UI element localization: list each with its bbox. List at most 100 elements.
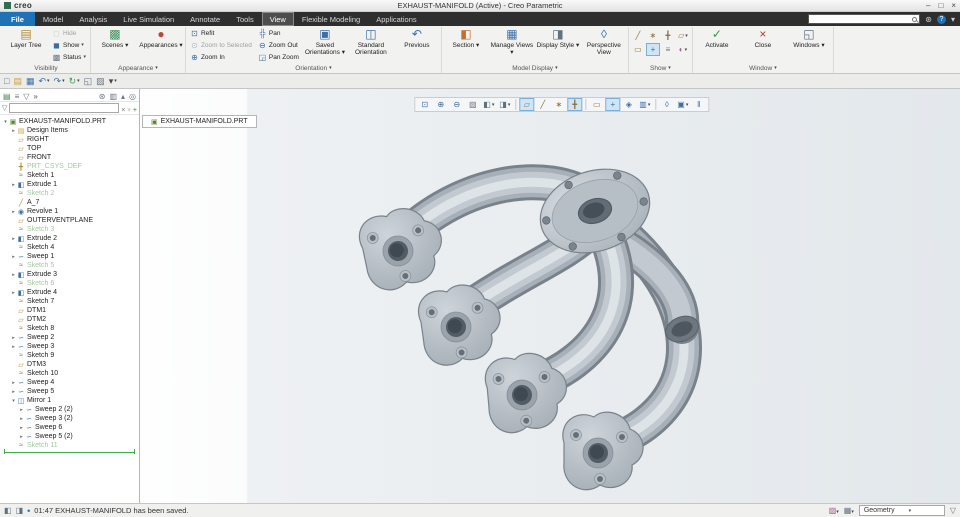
- appearances-button[interactable]: ● Appearances ▾: [139, 27, 183, 50]
- tab-view[interactable]: View: [261, 12, 294, 26]
- tree-item-sweep-5-2[interactable]: ▸ ∽ Sweep 5 (2): [0, 432, 139, 441]
- find-icon[interactable]: ▽: [950, 506, 956, 515]
- selection-filter[interactable]: Geometry ▾: [858, 505, 945, 516]
- tree-item-extrude-3[interactable]: ▸ ◧ Extrude 3: [0, 270, 139, 279]
- expand-arrow-icon[interactable]: ▸: [10, 335, 17, 341]
- gear-icon[interactable]: ⊛: [925, 15, 932, 24]
- zoom-to-selected-button[interactable]: ⊙ Zoom to Selected: [188, 39, 254, 51]
- pan-button[interactable]: ╬ Pan: [256, 27, 301, 39]
- scenes-button[interactable]: ▩ Scenes ▾: [93, 27, 137, 50]
- expand-arrow-icon[interactable]: ▸: [10, 380, 17, 386]
- grid-snap-button[interactable]: ▦▾: [844, 506, 854, 515]
- layer-tree-button[interactable]: ▤ Layer Tree: [4, 27, 48, 50]
- 3d-model-exhaust-manifold[interactable]: [140, 89, 960, 503]
- insert-here-indicator[interactable]: [4, 449, 135, 454]
- tree-item-sketch-3[interactable]: ≈ Sketch 3: [0, 225, 139, 234]
- tree-item-sketch-8[interactable]: ≈ Sketch 8: [0, 324, 139, 333]
- tree-item-sketch-5[interactable]: ≈ Sketch 5: [0, 261, 139, 270]
- expand-arrow-icon[interactable]: ▸: [10, 344, 17, 350]
- expand-arrow-icon[interactable]: ▸: [10, 128, 17, 134]
- zoom-out-button[interactable]: ⊖ Zoom Out: [256, 39, 301, 51]
- maximize-icon[interactable]: □: [938, 1, 943, 10]
- tab-annotate[interactable]: Annotate: [182, 12, 228, 26]
- expand-arrow-icon[interactable]: ▸: [10, 254, 17, 260]
- zoom-in-button[interactable]: ⊕: [433, 98, 448, 111]
- manage-views-button[interactable]: ▦ Manage Views ▾: [490, 27, 534, 57]
- close-button[interactable]: × Close: [741, 27, 785, 50]
- new-file-button[interactable]: □: [4, 76, 9, 86]
- undo-button[interactable]: ↶ ▾: [38, 76, 49, 87]
- tab-applications[interactable]: Applications: [368, 12, 424, 26]
- csys-display-button[interactable]: ╋: [567, 98, 583, 111]
- notes-display-toggle[interactable]: ≡: [661, 43, 675, 56]
- tree-item-design-items[interactable]: ▸ ▤ Design Items: [0, 126, 139, 135]
- hide-button[interactable]: ◻ Hide: [50, 27, 88, 39]
- minimize-icon[interactable]: –: [926, 1, 930, 10]
- shading-with-edges-button[interactable]: ◧ ▾: [481, 98, 496, 111]
- section-button[interactable]: ◧ Section ▾: [444, 27, 488, 50]
- status-button[interactable]: ▩ Status ▾: [50, 51, 88, 63]
- expand-arrow-icon[interactable]: ▾: [10, 398, 17, 404]
- tree-item-sketch-4[interactable]: ≈ Sketch 4: [0, 243, 139, 252]
- tree-item-sweep-2-2[interactable]: ▸ ∽ Sweep 2 (2): [0, 405, 139, 414]
- regenerate-button[interactable]: ↻ ▾: [69, 76, 80, 87]
- refit-button[interactable]: ⊡: [417, 98, 432, 111]
- browser-toggle-button[interactable]: ◨: [16, 506, 24, 515]
- windows-small-button[interactable]: ◱: [84, 76, 93, 87]
- tree-item-front[interactable]: ▱ FRONT: [0, 153, 139, 162]
- pause-button[interactable]: ‖: [691, 98, 706, 111]
- colors-display-toggle[interactable]: ◐ ▾: [676, 43, 690, 56]
- annotation-display-button[interactable]: ▭: [589, 98, 604, 111]
- axis-display-toggle[interactable]: ╱: [631, 29, 645, 42]
- windows-button[interactable]: ◱ Windows ▾: [787, 27, 831, 50]
- expand-arrow-icon[interactable]: ▸: [18, 416, 25, 422]
- tab-model[interactable]: Model: [35, 12, 71, 26]
- help-icon[interactable]: ?: [936, 14, 946, 24]
- csys-display-toggle[interactable]: ╋: [661, 29, 675, 42]
- tree-item-sketch-10[interactable]: ≈ Sketch 10: [0, 369, 139, 378]
- expand-arrow-icon[interactable]: ▸: [10, 209, 17, 215]
- command-search[interactable]: [808, 14, 921, 24]
- display-style-button[interactable]: ◨ ▾: [497, 98, 512, 111]
- tree-item-sweep-3[interactable]: ▸ ∽ Sweep 3: [0, 342, 139, 351]
- tree-item-sweep-6[interactable]: ▸ ∽ Sweep 6: [0, 423, 139, 432]
- spin-center-button[interactable]: +: [605, 98, 621, 111]
- perspective-view-button[interactable]: ◊ Perspective View: [582, 27, 626, 57]
- open-button[interactable]: ▤: [13, 76, 22, 87]
- refit-button[interactable]: ⊡ Refit: [188, 27, 254, 39]
- tree-item-sweep-1[interactable]: ▸ ∽ Sweep 1: [0, 252, 139, 261]
- save-button[interactable]: ▦: [26, 76, 35, 87]
- show-button[interactable]: ◼ Show ▾: [50, 39, 88, 51]
- tree-item-sweep-3-2[interactable]: ▸ ∽ Sweep 3 (2): [0, 414, 139, 423]
- tree-item-sketch-11[interactable]: ≈ Sketch 11: [0, 441, 139, 450]
- point-display-toggle[interactable]: ∗: [646, 29, 660, 42]
- tree-item-extrude-1[interactable]: ▸ ◧ Extrude 1: [0, 180, 139, 189]
- tree-item-sweep-2[interactable]: ▸ ∽ Sweep 2: [0, 333, 139, 342]
- tree-item-sketch-6[interactable]: ≈ Sketch 6: [0, 279, 139, 288]
- previous-button[interactable]: ↶ Previous: [395, 27, 439, 50]
- expand-arrow-icon[interactable]: ▸: [18, 434, 25, 440]
- tree-item-sketch-7[interactable]: ≈ Sketch 7: [0, 297, 139, 306]
- tree-item-dtm3[interactable]: ▱ DTM3: [0, 360, 139, 369]
- redo-button[interactable]: ↷ ▾: [54, 76, 65, 87]
- tree-item-sketch-2[interactable]: ≈ Sketch 2: [0, 189, 139, 198]
- 3d-dragger-button[interactable]: ◈: [621, 98, 636, 111]
- tree-item-dtm1[interactable]: ▱ DTM1: [0, 306, 139, 315]
- activate-button[interactable]: ✓ Activate: [695, 27, 739, 50]
- perspective-button[interactable]: ◊: [659, 98, 674, 111]
- tree-item-extrude-2[interactable]: ▸ ◧ Extrude 2: [0, 234, 139, 243]
- tree-item-dtm2[interactable]: ▱ DTM2: [0, 315, 139, 324]
- expand-arrow-icon[interactable]: ▸: [10, 290, 17, 296]
- tree-item-outerventplane[interactable]: ▱ OUTERVENTPLANE: [0, 216, 139, 225]
- plane-display-toggle[interactable]: ▱ ▾: [676, 29, 690, 42]
- tree-item-top[interactable]: ▱ TOP: [0, 144, 139, 153]
- command-search-input[interactable]: [811, 15, 913, 23]
- tab-tools[interactable]: Tools: [228, 12, 262, 26]
- annotation-display-toggle[interactable]: ▭: [631, 43, 645, 56]
- document-tab[interactable]: ▣ EXHAUST-MANIFOLD.PRT: [142, 115, 257, 128]
- customize-button[interactable]: ▾ ▾: [109, 76, 117, 87]
- tree-item-exhaust-manifold-prt[interactable]: ▾ ▣ EXHAUST-MANIFOLD.PRT: [0, 117, 139, 126]
- spin-center-toggle[interactable]: +: [645, 43, 660, 56]
- expand-arrow-icon[interactable]: ▸: [10, 272, 17, 278]
- graphics-area[interactable]: ▣ EXHAUST-MANIFOLD.PRT ⊡ ⊕ ⊖ ▨ ◧ ▾ ◨ ▾ ▱ ╱ ∗ ╋ ▭ + ◈ ▥ ▾…: [140, 89, 960, 503]
